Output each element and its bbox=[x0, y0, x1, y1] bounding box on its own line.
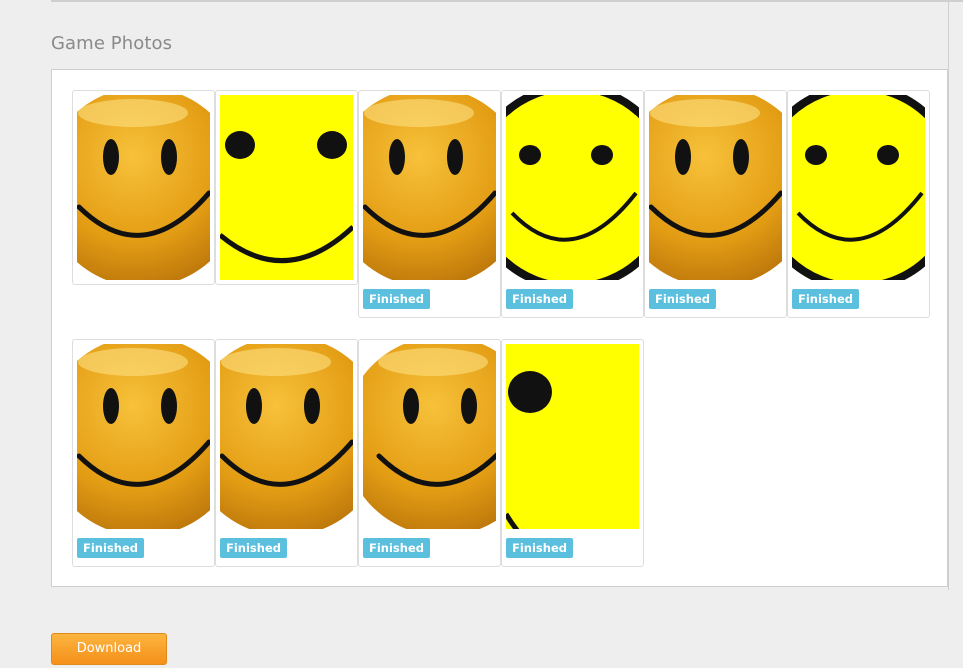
smiley-face-image bbox=[77, 95, 210, 280]
photo-thumbnail[interactable] bbox=[72, 90, 215, 285]
status-badge: Finished bbox=[220, 538, 287, 558]
photo-thumbnail[interactable]: Finished bbox=[358, 339, 501, 567]
status-badge: Finished bbox=[506, 289, 573, 309]
smiley-face-image bbox=[363, 344, 496, 529]
status-badge: Finished bbox=[77, 538, 144, 558]
top-divider bbox=[51, 0, 963, 2]
photo-thumbnail[interactable]: Finished bbox=[72, 339, 215, 567]
smiley-face-image bbox=[220, 344, 353, 529]
photo-gallery-panel: Finished Finished Finished Finished Finished… bbox=[51, 69, 948, 587]
photo-thumbnail[interactable]: Finished bbox=[501, 339, 644, 567]
photo-thumbnail[interactable]: Finished bbox=[358, 90, 501, 318]
status-badge: Finished bbox=[506, 538, 573, 558]
smiley-face-image bbox=[363, 95, 496, 280]
status-badge: Finished bbox=[363, 289, 430, 309]
status-badge: Finished bbox=[649, 289, 716, 309]
smiley-face-image bbox=[77, 344, 210, 529]
photo-thumbnail[interactable]: Finished bbox=[215, 339, 358, 567]
photo-thumbnail[interactable]: Finished bbox=[644, 90, 787, 318]
photo-thumbnail[interactable]: Finished bbox=[501, 90, 644, 318]
right-edge-divider bbox=[948, 0, 949, 590]
photo-thumbnail[interactable] bbox=[215, 90, 358, 285]
status-badge: Finished bbox=[792, 289, 859, 309]
smiley-face-image bbox=[506, 344, 639, 529]
smiley-face-image bbox=[649, 95, 782, 280]
smiley-face-image bbox=[506, 95, 639, 280]
download-button[interactable]: Download bbox=[51, 633, 167, 665]
smiley-face-image bbox=[792, 95, 925, 280]
section-title: Game Photos bbox=[51, 33, 173, 54]
photo-thumbnail[interactable]: Finished bbox=[787, 90, 930, 318]
smiley-face-image bbox=[220, 95, 353, 280]
status-badge: Finished bbox=[363, 538, 430, 558]
